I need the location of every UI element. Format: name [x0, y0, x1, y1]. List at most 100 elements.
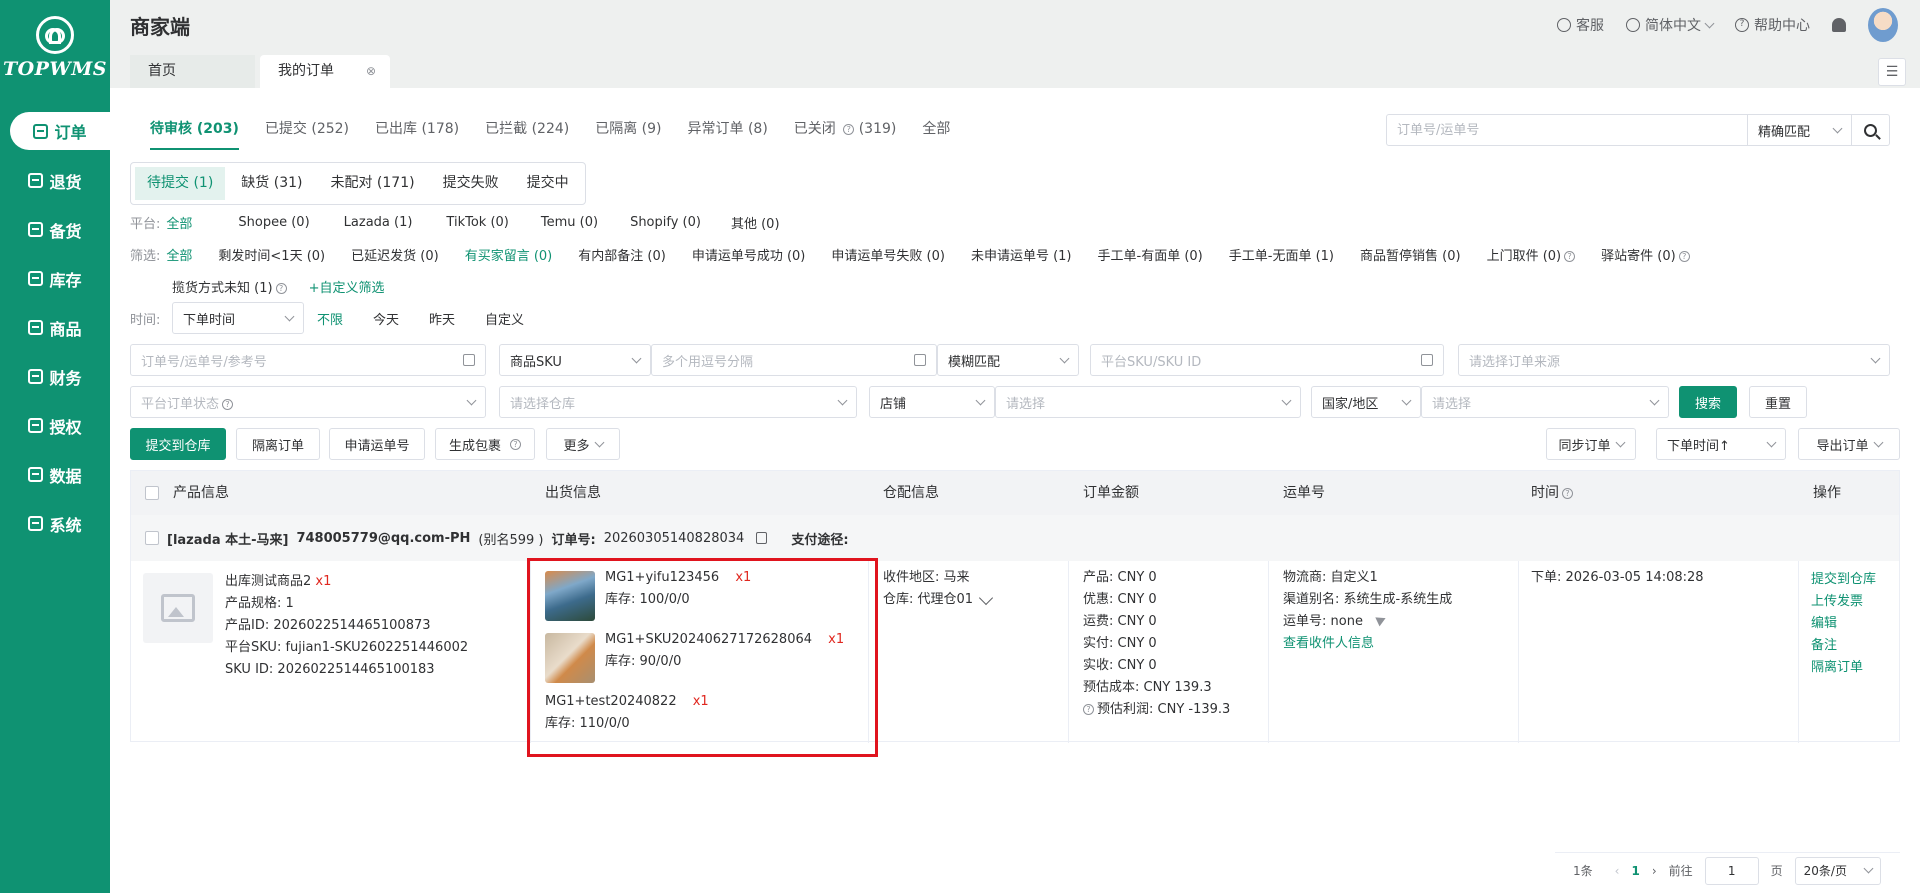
status-tab-abnormal[interactable]: 异常订单 (8) [688, 118, 768, 150]
batch-input-icon[interactable] [1421, 354, 1433, 366]
bell-icon[interactable] [1832, 18, 1846, 32]
sidebar-item-system[interactable]: 系统 [0, 499, 110, 548]
sub-tab-submit-failed[interactable]: 提交失败 [431, 167, 511, 200]
sub-tab-unpaired[interactable]: 未配对 (171) [318, 167, 426, 200]
sub-tab-submitting[interactable]: 提交中 [515, 167, 581, 200]
apply-tracking-button[interactable]: 申请运单号 [329, 428, 425, 460]
submit-to-warehouse-button[interactable]: 提交到仓库 [130, 428, 226, 460]
platform-filter-item[interactable]: TikTok (0) [446, 215, 508, 230]
fuzzy-match-select[interactable]: 模糊匹配 [937, 344, 1079, 376]
quick-filter-item[interactable]: 商品暂停销售 (0) [1360, 245, 1461, 264]
quick-filter-item[interactable]: 手工单-有面单 (0) [1098, 245, 1203, 264]
reset-button[interactable]: 重置 [1749, 386, 1807, 418]
sidebar-item-data[interactable]: 数据 [0, 450, 110, 499]
platform-sku-input[interactable]: 平台SKU/SKU ID [1090, 344, 1444, 376]
quick-filter-item[interactable]: 驿站寄件 (0)? [1601, 245, 1690, 264]
quick-filter-item[interactable]: 未申请运单号 (1) [971, 245, 1072, 264]
time-option[interactable]: 自定义 [485, 309, 524, 328]
platform-filter-item[interactable]: Shopify (0) [630, 215, 701, 230]
platform-filter-item[interactable]: Temu (0) [541, 215, 598, 230]
store-select[interactable]: 请选择 [995, 386, 1301, 418]
quick-filter-item[interactable]: 揽货方式未知 (1)? [172, 277, 287, 296]
sub-tab-to-submit[interactable]: 待提交 (1) [135, 167, 226, 200]
batch-input-icon[interactable] [463, 354, 475, 366]
sidebar-item-auth[interactable]: 授权 [0, 401, 110, 450]
status-tab-pending-review[interactable]: 待审核 (203) [150, 118, 239, 150]
sku-input[interactable]: 多个用逗号分隔 [651, 344, 937, 376]
platform-filter-item[interactable]: 其他 (0) [731, 213, 780, 232]
sidebar-item-returns[interactable]: 退货 [0, 156, 110, 205]
platform-filter-item[interactable]: 全部 [166, 213, 192, 232]
send-icon[interactable] [1375, 613, 1388, 627]
avatar[interactable] [1868, 8, 1898, 42]
quick-filter-item[interactable]: 有买家留言 (0) [465, 245, 553, 264]
select-all-checkbox[interactable] [145, 471, 159, 515]
customer-service-link[interactable]: 客服 [1557, 15, 1604, 35]
current-page[interactable]: 1 [1631, 864, 1639, 878]
sidebar-item-goods[interactable]: 商品 [0, 303, 110, 352]
time-option[interactable]: 今天 [373, 309, 399, 328]
view-receiver-link[interactable]: 查看收件人信息 [1283, 633, 1452, 655]
op-remark[interactable]: 备注 [1811, 635, 1876, 657]
next-page-icon[interactable]: › [1652, 864, 1657, 878]
tab-home[interactable]: 首页 [130, 55, 255, 88]
menu-icon[interactable]: ☰ [1878, 58, 1906, 86]
match-mode-select[interactable]: 精确匹配 [1747, 115, 1851, 145]
close-icon[interactable]: ⊗ [366, 55, 376, 88]
export-orders-button[interactable]: 导出订单 [1798, 428, 1900, 460]
time-option[interactable]: 不限 [317, 309, 343, 328]
status-tab-closed[interactable]: 已关闭 ? (319) [794, 118, 897, 150]
sidebar-item-stock-prep[interactable]: 备货 [0, 205, 110, 254]
status-tab-shipped[interactable]: 已出库 (178) [375, 118, 459, 150]
top-search-input[interactable] [1387, 115, 1747, 145]
time-type-select[interactable]: 下单时间 [172, 302, 304, 334]
quick-filter-item[interactable]: 申请运单号成功 (0) [692, 245, 806, 264]
sidebar-item-orders[interactable]: 订单 [10, 112, 110, 150]
order-source-select[interactable]: 请选择订单来源 [1458, 344, 1890, 376]
op-submit-to-warehouse[interactable]: 提交到仓库 [1811, 569, 1876, 591]
sort-select[interactable]: 下单时间↑ [1656, 428, 1786, 460]
goto-page-input[interactable]: 1 [1704, 856, 1759, 885]
language-select[interactable]: 简体中文 [1626, 15, 1715, 35]
sidebar-item-inventory[interactable]: 库存 [0, 254, 110, 303]
platform-status-select[interactable]: 平台订单状态? [130, 386, 486, 418]
edit-icon[interactable] [978, 590, 994, 606]
search-button[interactable]: 搜索 [1679, 386, 1737, 418]
prev-page-icon[interactable]: ‹ [1615, 864, 1620, 878]
time-option[interactable]: 昨天 [429, 309, 455, 328]
status-tab-intercepted[interactable]: 已拦截 (224) [485, 118, 569, 150]
top-search-button[interactable] [1851, 115, 1889, 145]
country-type-select[interactable]: 国家/地区 [1311, 386, 1421, 418]
order-number-input[interactable]: 订单号/运单号/参考号 [130, 344, 486, 376]
status-tab-isolated[interactable]: 已隔离 (9) [595, 118, 661, 150]
status-tab-all[interactable]: 全部 [922, 118, 950, 150]
store-type-select[interactable]: 店铺 [869, 386, 995, 418]
generate-package-button[interactable]: 生成包裹? [435, 428, 535, 460]
more-button[interactable]: 更多 [546, 428, 620, 460]
op-edit[interactable]: 编辑 [1811, 613, 1876, 635]
quick-filter-item[interactable]: 已延迟发货 (0) [351, 245, 439, 264]
country-select[interactable]: 请选择 [1421, 386, 1669, 418]
quick-filter-item[interactable]: 手工单-无面单 (1) [1229, 245, 1334, 264]
page-size-select[interactable]: 20条/页 [1794, 856, 1881, 885]
row-checkbox[interactable] [145, 531, 159, 545]
quick-filter-item[interactable]: 申请运单号失败 (0) [831, 245, 945, 264]
help-center-link[interactable]: ? 帮助中心 [1735, 15, 1810, 35]
platform-filter-item[interactable]: Lazada (1) [344, 215, 413, 230]
quick-filter-item[interactable]: 全部 [166, 245, 192, 264]
batch-input-icon[interactable] [914, 354, 926, 366]
quick-filter-item[interactable]: 剩发时间<1天 (0) [218, 245, 325, 264]
op-upload-invoice[interactable]: 上传发票 [1811, 591, 1876, 613]
op-isolate-order[interactable]: 隔离订单 [1811, 657, 1876, 679]
platform-filter-item[interactable]: Shopee (0) [238, 215, 309, 230]
sku-type-select[interactable]: 商品SKU [499, 344, 651, 376]
sidebar-item-finance[interactable]: 财务 [0, 352, 110, 401]
tab-my-orders[interactable]: 我的订单 ⊗ [260, 55, 390, 88]
quick-filter-item[interactable]: 有内部备注 (0) [578, 245, 666, 264]
sub-tab-out-of-stock[interactable]: 缺货 (31) [229, 167, 314, 200]
copy-icon[interactable] [756, 532, 768, 544]
quick-filter-item[interactable]: 上门取件 (0)? [1487, 245, 1576, 264]
status-tab-submitted[interactable]: 已提交 (252) [265, 118, 349, 150]
isolate-order-button[interactable]: 隔离订单 [236, 428, 320, 460]
warehouse-select[interactable]: 请选择仓库 [499, 386, 857, 418]
